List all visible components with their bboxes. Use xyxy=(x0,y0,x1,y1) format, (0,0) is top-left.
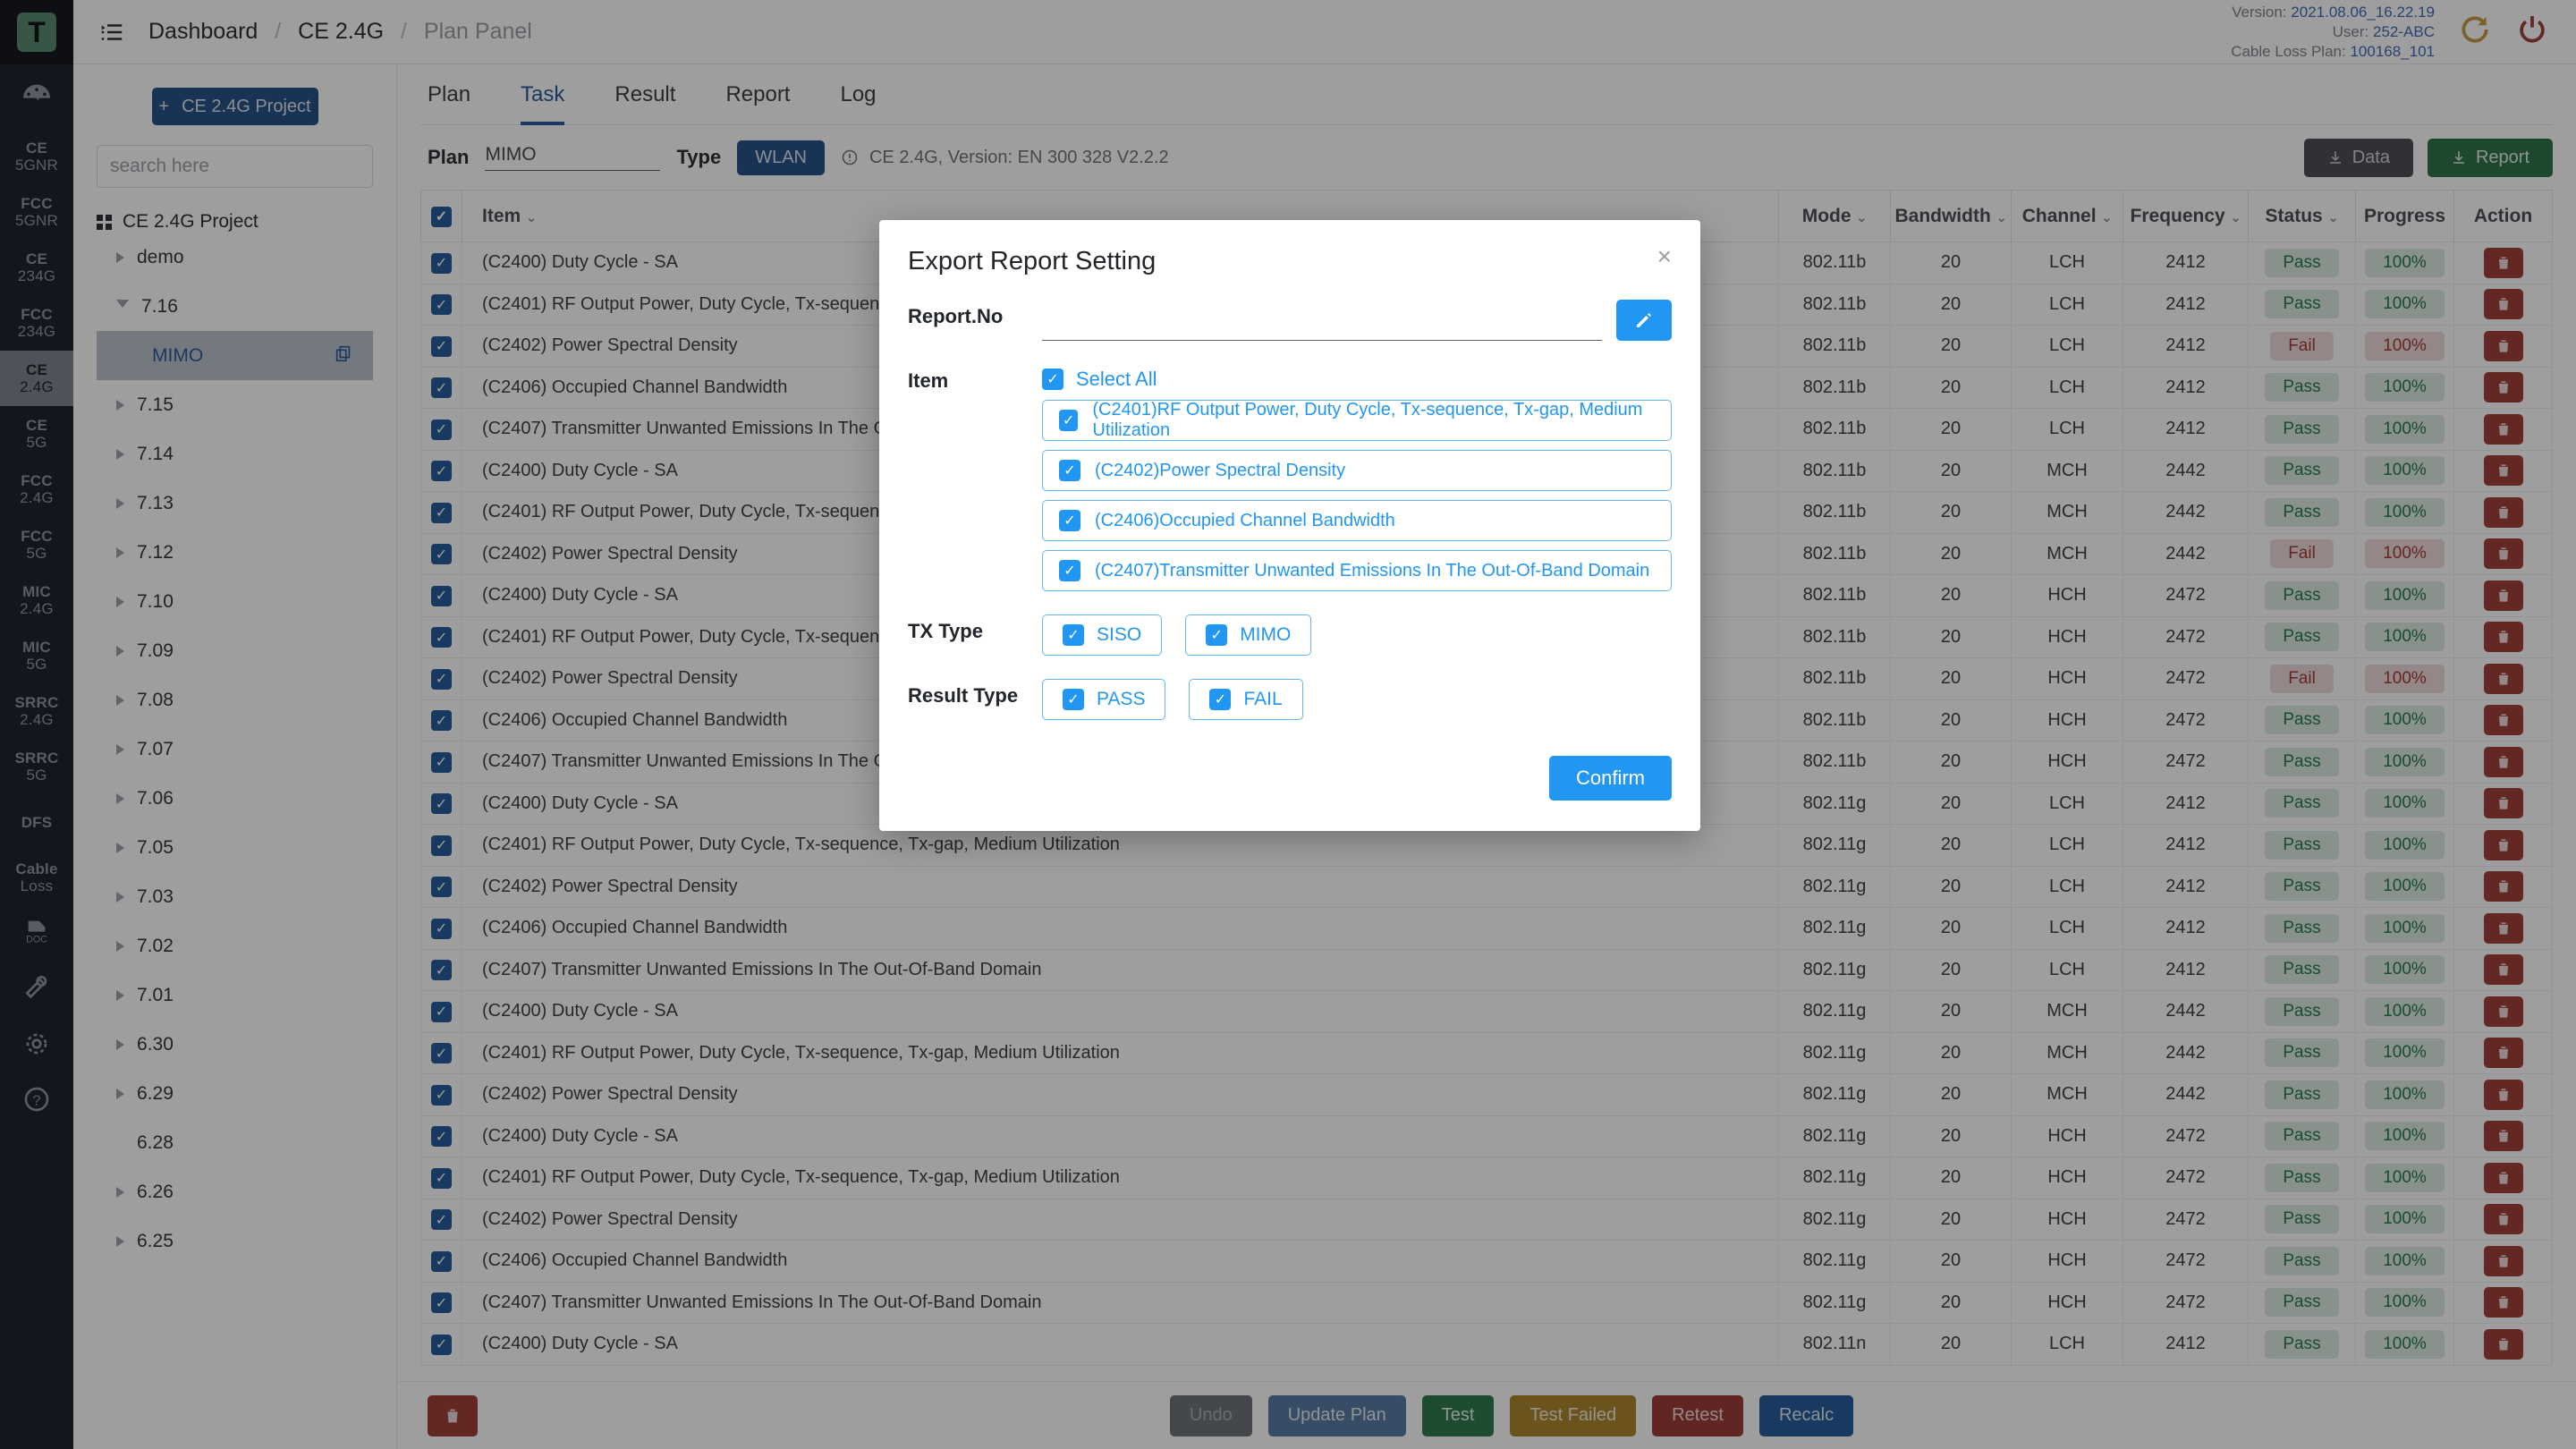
confirm-button[interactable]: Confirm xyxy=(1548,756,1672,801)
checkbox-icon: ✓ xyxy=(1059,560,1080,581)
result-type-fail[interactable]: ✓ FAIL xyxy=(1189,679,1303,720)
select-all-checkbox[interactable]: ✓ Select All xyxy=(1042,364,1672,391)
option-label: FAIL xyxy=(1243,689,1283,709)
tx-type-row: TX Type ✓ SISO ✓ MIMO xyxy=(879,614,1700,656)
report-no-label: Report.No xyxy=(908,305,1004,327)
checkbox-icon: ✓ xyxy=(1059,510,1080,531)
tx-type-mimo[interactable]: ✓ MIMO xyxy=(1185,614,1312,656)
modal-header: Export Report Setting × xyxy=(879,220,1700,276)
option-label: SISO xyxy=(1097,624,1142,645)
close-icon[interactable]: × xyxy=(1657,244,1672,269)
pen-icon xyxy=(1637,313,1651,327)
report-item-label: (C2406)Occupied Channel Bandwidth xyxy=(1095,510,1395,530)
report-no-row: Report.No xyxy=(879,300,1700,341)
report-no-input[interactable] xyxy=(1042,309,1602,341)
modal-overlay: Export Report Setting × Report.No Item ✓… xyxy=(0,0,2576,1449)
modal-title: Export Report Setting xyxy=(908,247,1157,275)
result-type-pass[interactable]: ✓ PASS xyxy=(1042,679,1166,720)
select-all-label: Select All xyxy=(1076,368,1157,390)
checkbox-icon: ✓ xyxy=(1059,460,1080,481)
modal-footer: Confirm xyxy=(879,756,1700,801)
report-item-label: (C2407)Transmitter Unwanted Emissions In… xyxy=(1095,560,1650,580)
report-item-label: (C2401)RF Output Power, Duty Cycle, Tx-s… xyxy=(1092,400,1643,440)
checkbox-icon: ✓ xyxy=(1209,689,1232,710)
result-type-label: Result Type xyxy=(908,684,1019,707)
option-label: PASS xyxy=(1097,689,1146,709)
result-type-row: Result Type ✓ PASS ✓ FAIL xyxy=(879,679,1700,720)
export-report-setting-dialog: Export Report Setting × Report.No Item ✓… xyxy=(879,220,1700,831)
report-item-checkbox-1[interactable]: ✓ (C2401)RF Output Power, Duty Cycle, Tx-… xyxy=(1042,400,1672,441)
item-row: Item ✓ Select All ✓ (C2401)RF Output Powe… xyxy=(879,364,1700,591)
checkbox-icon: ✓ xyxy=(1063,624,1084,646)
tx-type-siso[interactable]: ✓ SISO xyxy=(1042,614,1163,656)
tx-type-label: TX Type xyxy=(908,620,983,642)
checkbox-icon: ✓ xyxy=(1206,624,1228,646)
checkbox-icon: ✓ xyxy=(1059,410,1079,431)
report-item-checkbox-4[interactable]: ✓ (C2407)Transmitter Unwanted Emissions I… xyxy=(1042,550,1672,591)
report-item-checkbox-2[interactable]: ✓ (C2402)Power Spectral Density xyxy=(1042,450,1672,491)
report-item-label: (C2402)Power Spectral Density xyxy=(1095,460,1346,480)
report-item-checkbox-3[interactable]: ✓ (C2406)Occupied Channel Bandwidth xyxy=(1042,500,1672,541)
checkbox-icon: ✓ xyxy=(1063,689,1084,710)
checkbox-icon: ✓ xyxy=(1042,369,1063,390)
edit-pen-button[interactable] xyxy=(1616,300,1672,341)
item-label: Item xyxy=(908,369,949,392)
option-label: MIMO xyxy=(1240,624,1292,645)
